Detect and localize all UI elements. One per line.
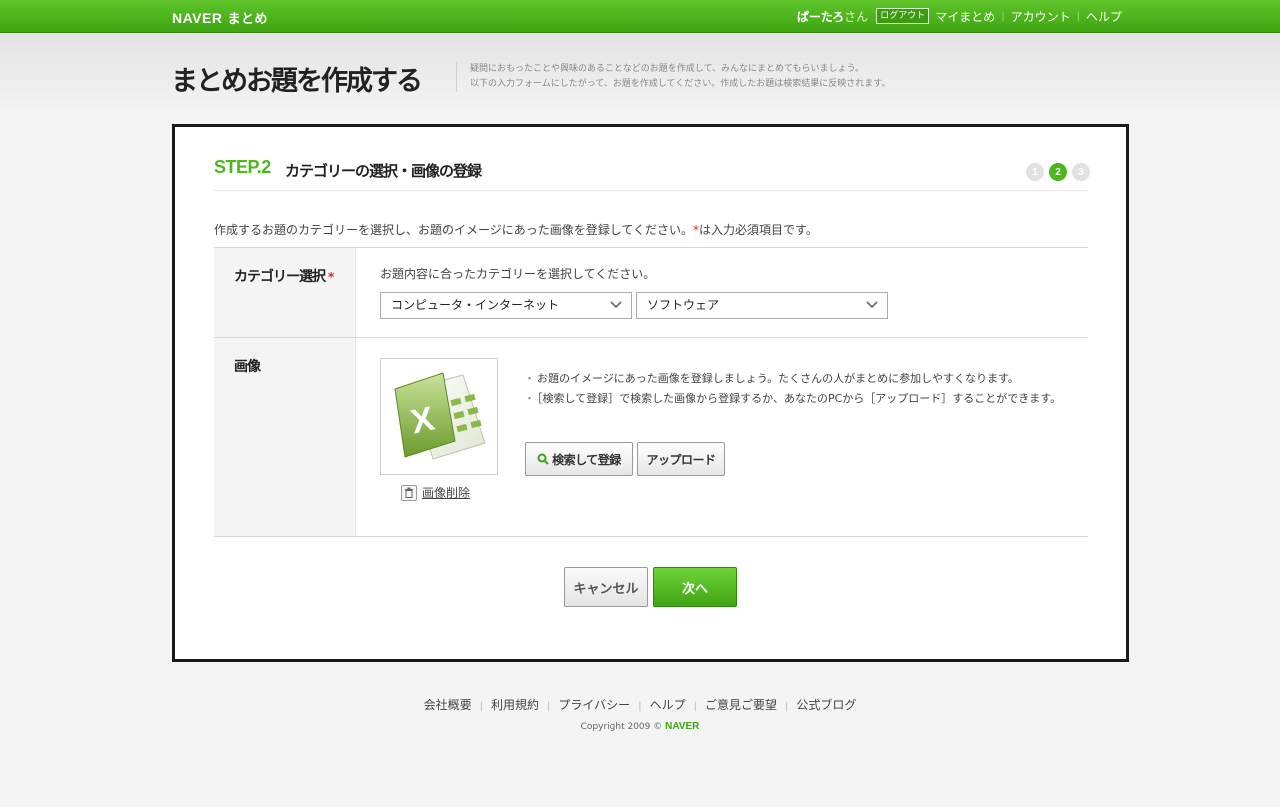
page-title: まとめお題を作成する	[171, 66, 423, 97]
excel-icon: X	[394, 372, 486, 460]
step-label: STEP.2	[214, 157, 271, 177]
delete-image-link[interactable]: 画像削除	[401, 484, 470, 501]
chevron-down-icon	[610, 301, 622, 309]
category-hint: お題内容に合ったカテゴリーを選択してください。	[380, 267, 656, 281]
category-row-header: カテゴリー選択 *	[214, 248, 356, 337]
nav-separator: |	[1001, 10, 1005, 22]
image-note-2: ［検索して登録］で検索した画像から登録するか、あなたのPCから［アップロード］す…	[524, 390, 1061, 406]
step-dot-2-current: 2	[1049, 163, 1067, 181]
image-note-1: お題のイメージにあった画像を登録しましょう。たくさんの人がまとめに参加しやすくな…	[524, 370, 1019, 386]
footer-link-help[interactable]: ヘルプ	[650, 698, 686, 712]
step-title: カテゴリーの選択・画像の登録	[285, 162, 482, 180]
step-divider	[214, 190, 1088, 191]
search-register-button[interactable]: 検索して登録	[525, 442, 633, 476]
category-sub-value: ソフトウェア	[647, 298, 720, 312]
next-button[interactable]: 次へ	[653, 567, 737, 607]
logo-matome: まとめ	[227, 12, 268, 27]
search-icon	[537, 453, 549, 465]
footer-separator: |	[693, 701, 697, 712]
footer-separator: |	[479, 701, 484, 712]
image-label: 画像	[234, 359, 261, 375]
upload-label: アップロード	[646, 452, 716, 467]
footer-link-feedback[interactable]: ご意見ご要望	[705, 698, 777, 712]
footer-link-terms[interactable]: 利用規約	[491, 698, 539, 712]
footer-link-blog[interactable]: 公式ブログ	[796, 698, 856, 712]
category-main-value: コンピュータ・インターネット	[391, 298, 560, 312]
nav-my-matome[interactable]: マイまとめ	[935, 8, 995, 25]
footer-naver-logo: NAVER	[665, 721, 700, 732]
category-sub-select[interactable]: ソフトウェア	[636, 292, 888, 319]
image-thumbnail: X	[380, 358, 498, 475]
username[interactable]: ぱーたろ	[797, 8, 844, 25]
nav-separator: |	[1076, 10, 1080, 22]
cancel-button[interactable]: キャンセル	[564, 567, 648, 607]
category-label-text: カテゴリー選択	[234, 269, 326, 285]
step-dot-3: 3	[1072, 163, 1090, 181]
footer-separator: |	[638, 701, 642, 712]
footer-link-privacy[interactable]: プライバシー	[558, 698, 630, 712]
footer-separator: |	[547, 701, 551, 712]
user-nav: ぱーたろ さん ログアウト マイまとめ | アカウント | ヘルプ	[797, 7, 1122, 25]
copyright: Copyright 2009 © NAVER	[0, 721, 1280, 732]
category-label: カテゴリー選択 *	[234, 266, 334, 286]
image-row-header: 画像	[214, 338, 356, 536]
image-row: 画像 X 画像削除 ・ お題のイメージにあった画像を登録しましょう。たくさんの人…	[214, 338, 1088, 537]
category-row: カテゴリー選択 * お題内容に合ったカテゴリーを選択してください。 コンピュータ・…	[214, 248, 1088, 338]
upload-button[interactable]: アップロード	[637, 442, 725, 476]
footer-link-company[interactable]: 会社概要	[424, 698, 472, 712]
title-divider	[456, 62, 457, 92]
intro-req-note: は入力必須項目です。	[699, 223, 818, 237]
main-form-box: STEP.2 カテゴリーの選択・画像の登録 1 2 3 作成するお題のカテゴリー…	[172, 124, 1129, 662]
naver-matome-logo[interactable]: NAVER まとめ	[172, 8, 268, 27]
logo-naver: NAVER	[172, 10, 223, 26]
copyright-text: Copyright 2009 ©	[580, 722, 663, 732]
required-mark: *	[328, 270, 334, 284]
footer-separator: |	[784, 701, 789, 712]
trash-icon	[401, 484, 417, 501]
top-bar: NAVER まとめ ぱーたろ さん ログアウト マイまとめ | アカウント | ヘ…	[0, 0, 1280, 33]
step-indicator: 1 2 3	[1026, 163, 1090, 181]
search-register-label: 検索して登録	[552, 452, 621, 467]
page-description-line1: 疑問におもったことや興味のあることなどのお題を作成して、みんなにまとめてもらいま…	[470, 64, 865, 74]
delete-image-label: 画像削除	[422, 486, 471, 500]
step-dot-1: 1	[1026, 163, 1044, 181]
intro-text: 作成するお題のカテゴリーを選択し、お題のイメージにあった画像を登録してください。…	[214, 221, 818, 238]
form-table: カテゴリー選択 * お題内容に合ったカテゴリーを選択してください。 コンピュータ・…	[214, 247, 1088, 537]
username-honorific: さん	[844, 9, 869, 24]
page-description: 疑問におもったことや興味のあることなどのお題を作成して、みんなにまとめてもらいま…	[470, 62, 890, 92]
nav-account[interactable]: アカウント	[1011, 8, 1071, 25]
page-description-line2: 以下の入力フォームにしたがって、お題を作成してください。作成したお題は検索結果に…	[470, 79, 891, 89]
nav-help[interactable]: ヘルプ	[1086, 8, 1122, 25]
chevron-down-icon	[866, 301, 878, 309]
intro-main: 作成するお題のカテゴリーを選択し、お題のイメージにあった画像を登録してください。	[214, 223, 694, 237]
category-main-select[interactable]: コンピュータ・インターネット	[380, 292, 632, 319]
footer-links: 会社概要 | 利用規約 | プライバシー | ヘルプ | ご意見ご要望 | 公式ブログ	[0, 696, 1280, 713]
logout-button[interactable]: ログアウト	[876, 8, 930, 24]
